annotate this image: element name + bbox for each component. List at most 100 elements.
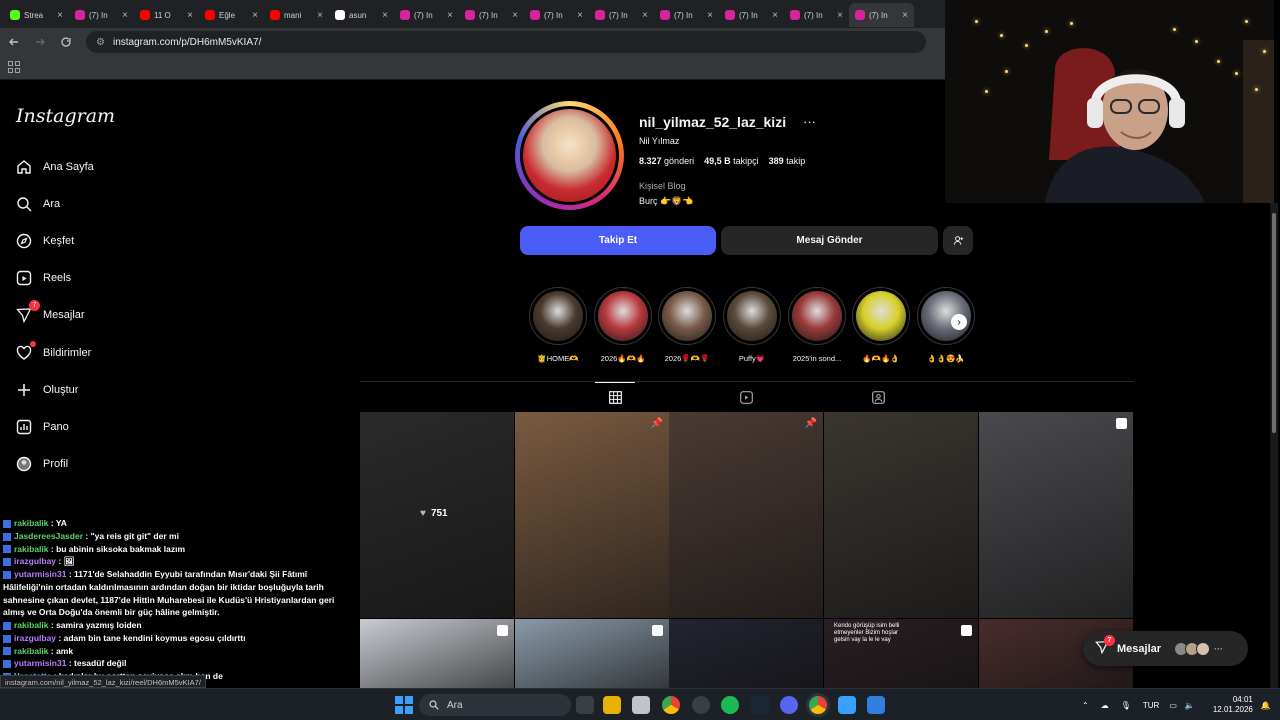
browser-tab[interactable]: mani × xyxy=(264,3,329,27)
taskbar-search[interactable]: Ara xyxy=(419,694,571,716)
story-highlight[interactable]: 2026🔥🫶🔥 xyxy=(594,287,652,363)
network-icon[interactable]: ☁ xyxy=(1101,701,1109,710)
page-scrollbar[interactable] xyxy=(1270,203,1278,688)
chevron-right-icon[interactable]: › xyxy=(951,314,967,330)
browser-tab[interactable]: asun × xyxy=(329,3,394,27)
steam-icon[interactable] xyxy=(751,696,769,714)
tab-reels[interactable] xyxy=(726,382,766,412)
site-info-icon[interactable]: ⚙ xyxy=(96,37,105,48)
notifications-icon[interactable]: 🔔 xyxy=(1261,701,1271,710)
post-thumbnail[interactable] xyxy=(979,412,1133,618)
follow-button[interactable]: Takip Et xyxy=(520,226,716,255)
back-arrow-icon[interactable] xyxy=(2,30,26,54)
close-icon[interactable]: × xyxy=(57,10,63,21)
browser-tab[interactable]: (7) In × xyxy=(719,3,784,27)
chevron-up-icon[interactable]: ⌃ xyxy=(1082,701,1089,710)
volume-icon[interactable]: 🔈 xyxy=(1185,701,1195,710)
close-icon[interactable]: × xyxy=(252,10,258,21)
close-icon[interactable]: × xyxy=(447,10,453,21)
fairy-light xyxy=(1245,20,1248,23)
apps-grid-icon[interactable] xyxy=(8,61,20,73)
story-highlight[interactable]: 👸HOME🫶 xyxy=(529,287,587,363)
story-highlight[interactable]: 🔥🫶🔥👌 xyxy=(852,287,910,363)
store-icon[interactable] xyxy=(632,696,650,714)
close-icon[interactable]: × xyxy=(772,10,778,21)
post-thumbnail[interactable] xyxy=(515,619,669,688)
reload-icon[interactable] xyxy=(54,30,78,54)
windows-start-icon[interactable] xyxy=(395,696,413,714)
story-highlight[interactable]: 2025'in sond... xyxy=(788,287,846,363)
browser-tab[interactable]: (7) In × xyxy=(69,3,134,27)
browser-tab[interactable]: (7) In × xyxy=(394,3,459,27)
sidebar-item-search[interactable]: Ara xyxy=(14,190,60,218)
url-bar[interactable]: ⚙ instagram.com/p/DH6mM5vKIA7/ xyxy=(86,31,926,53)
app-icon[interactable] xyxy=(692,696,710,714)
following-stat[interactable]: 389 takip xyxy=(769,156,806,166)
browser-tab[interactable]: (7) In × xyxy=(849,3,914,27)
clock[interactable]: 04:01 12.01.2026 xyxy=(1213,695,1253,716)
browser-tab[interactable]: (7) In × xyxy=(524,3,589,27)
tab-posts[interactable] xyxy=(595,382,635,412)
post-thumbnail[interactable] xyxy=(360,619,514,688)
post-thumbnail[interactable] xyxy=(824,412,978,618)
browser-tab[interactable]: (7) In × xyxy=(589,3,654,27)
discord-icon[interactable] xyxy=(780,696,798,714)
close-icon[interactable]: × xyxy=(317,10,323,21)
tab-tagged[interactable] xyxy=(858,382,898,412)
highlight-cover xyxy=(917,287,975,345)
browser-tab[interactable]: Eğle × xyxy=(199,3,264,27)
instagram-logo[interactable]: Instagram xyxy=(16,105,115,127)
language-indicator[interactable]: TUR xyxy=(1143,701,1159,710)
chrome-icon[interactable] xyxy=(662,696,680,714)
chat-message: rakibalik : amk xyxy=(0,645,340,658)
followers-stat[interactable]: 49,5 B takipçi xyxy=(704,156,759,166)
close-icon[interactable]: × xyxy=(512,10,518,21)
sidebar-item-profile[interactable]: Profil xyxy=(14,450,68,478)
post-thumbnail[interactable]: Kendo görüşüp isim belli etmeyenler Bizi… xyxy=(824,619,978,688)
more-options-icon[interactable]: ··· xyxy=(803,114,816,129)
sidebar-item-notifications[interactable]: Bildirimler xyxy=(14,339,91,367)
notepad-icon[interactable] xyxy=(838,696,856,714)
story-highlight[interactable]: Puffy💗 xyxy=(723,287,781,363)
streamer-webcam xyxy=(945,0,1274,203)
browser-tab[interactable]: (7) In × xyxy=(784,3,849,27)
wifi-icon[interactable]: ▭ xyxy=(1169,701,1177,710)
browser-tab[interactable]: (7) In × xyxy=(654,3,719,27)
story-highlight[interactable]: 2026🌹🫶🌹 xyxy=(658,287,716,363)
sidebar-item-reels[interactable]: Reels xyxy=(14,264,71,292)
close-icon[interactable]: × xyxy=(707,10,713,21)
app-icon[interactable] xyxy=(867,696,885,714)
sidebar-item-create[interactable]: Oluştur xyxy=(14,376,78,404)
sidebar-item-messages[interactable]: 7 Mesajlar xyxy=(14,300,85,329)
close-icon[interactable]: × xyxy=(642,10,648,21)
post-thumbnail[interactable]: 📌 xyxy=(669,412,823,618)
close-icon[interactable]: × xyxy=(122,10,128,21)
chrome-active-icon[interactable] xyxy=(809,696,827,714)
sidebar-item-home[interactable]: Ana Sayfa xyxy=(14,153,94,181)
task-view-icon[interactable] xyxy=(576,696,594,714)
forward-arrow-icon[interactable] xyxy=(28,30,52,54)
close-icon[interactable]: × xyxy=(577,10,583,21)
suggest-user-button[interactable] xyxy=(943,226,973,255)
sidebar-item-explore[interactable]: Keşfet xyxy=(14,227,74,255)
browser-tab[interactable]: Strea × xyxy=(4,3,69,27)
post-thumbnail[interactable] xyxy=(669,619,823,688)
message-button[interactable]: Mesaj Gönder xyxy=(721,226,938,255)
chat-username: rakibalik xyxy=(14,518,49,528)
close-icon[interactable]: × xyxy=(902,10,908,21)
file-explorer-icon[interactable] xyxy=(603,696,621,714)
avatar[interactable] xyxy=(520,106,619,205)
close-icon[interactable]: × xyxy=(837,10,843,21)
sidebar-item-dashboard[interactable]: Pano xyxy=(14,413,69,441)
browser-tab[interactable]: (7) In × xyxy=(459,3,524,27)
fairy-light xyxy=(1025,44,1028,47)
messages-dock[interactable]: 7 Mesajlar ··· xyxy=(1083,631,1248,666)
browser-tab[interactable]: 11 O × xyxy=(134,3,199,27)
close-icon[interactable]: × xyxy=(382,10,388,21)
tab-title: Strea xyxy=(24,10,44,20)
post-thumbnail[interactable]: ♥ 751 xyxy=(360,412,514,618)
post-thumbnail[interactable]: 📌 xyxy=(515,412,669,618)
spotify-icon[interactable] xyxy=(721,696,739,714)
microphone-icon[interactable]: 🎙 xyxy=(1121,701,1131,710)
close-icon[interactable]: × xyxy=(187,10,193,21)
